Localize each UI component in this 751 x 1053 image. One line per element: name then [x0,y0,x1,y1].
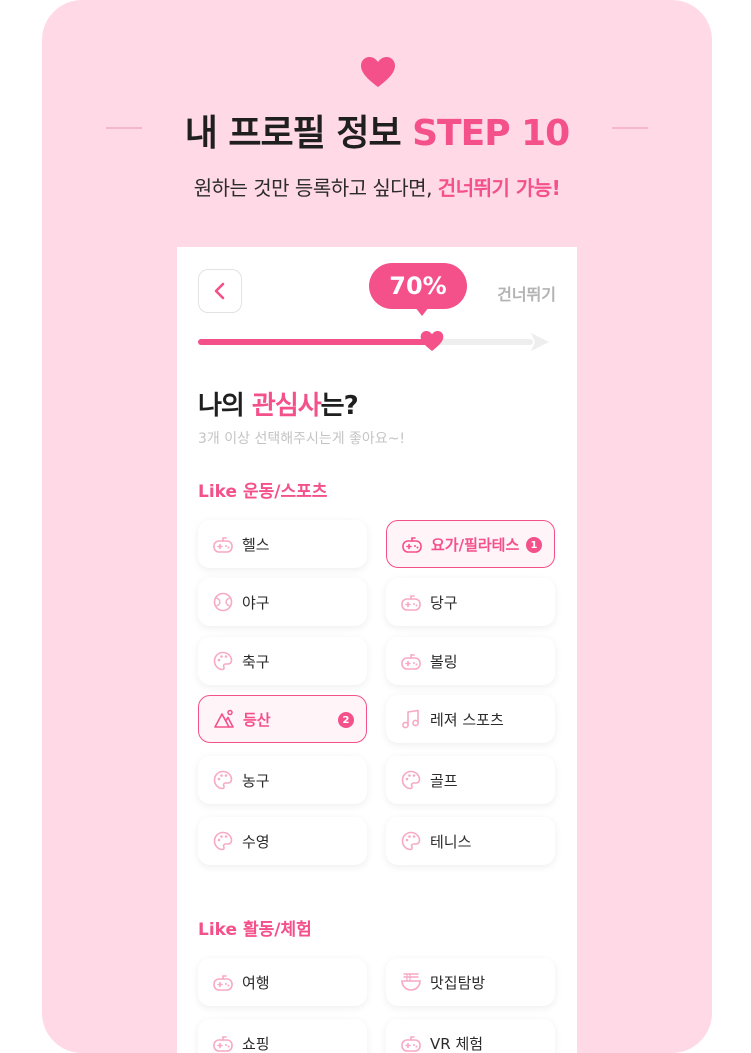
chip-label: 볼링 [430,652,458,671]
chip-label: 당구 [430,593,458,612]
back-button[interactable] [198,269,242,313]
progress-track [198,339,533,345]
chip-label: VR 체험 [430,1034,484,1053]
title-divider-right [612,127,648,129]
palette-icon [400,769,422,791]
chip-label: 골프 [430,771,458,790]
chip-label: 야구 [242,593,270,612]
progress-bubble-tail [415,307,429,316]
interest-chip[interactable]: 골프 [386,756,555,804]
interest-chip[interactable]: 테니스 [386,817,555,865]
arrow-right-icon [531,333,549,351]
subtitle: 원하는 것만 등록하고 싶다면, 건너뛰기 가능! [42,172,712,201]
noodle-bowl-icon [400,971,422,993]
palette-icon [212,650,234,672]
progress-bubble: 70% [369,263,467,309]
chip-label: 레져 스포츠 [430,710,504,729]
interest-chip[interactable]: VR 체험 [386,1019,555,1053]
chip-label: 쇼핑 [242,1034,270,1053]
chip-label: 농구 [242,771,270,790]
selection-order-badge: 2 [338,712,354,728]
interest-chip[interactable]: 레져 스포츠 [386,695,555,743]
chip-label: 축구 [242,652,270,671]
palette-icon [212,830,234,852]
section-title: Like 운동/스포츠 [198,482,328,502]
game-controller-icon [401,533,423,555]
interest-chip[interactable]: 헬스 [198,520,367,568]
question-hint: 3개 이상 선택해주시는게 좋아요~! [198,431,406,447]
interest-chip[interactable]: 쇼핑 [198,1019,367,1053]
interest-chip[interactable]: 여행 [198,958,367,1006]
chip-label: 수영 [242,832,270,851]
progress-fill [198,339,432,345]
interest-chip[interactable]: 등산 2 [198,695,367,743]
chip-label: 등산 [243,710,271,729]
chevron-left-icon [214,282,225,300]
progress-heart-icon [420,331,444,351]
promo-card: 내 프로필 정보 STEP 10 원하는 것만 등록하고 싶다면, 건너뛰기 가… [42,0,712,1053]
title-main: 내 프로필 정보 [184,113,402,154]
interest-chip[interactable]: 볼링 [386,637,555,685]
chip-label: 테니스 [430,832,472,851]
ball-icon [212,591,234,613]
question-title: 나의 관심사는? [198,385,359,422]
interest-chip[interactable]: 요가/필라테스 1 [386,520,555,568]
section-title: Like 활동/체험 [198,920,312,940]
mountain-icon [213,708,235,730]
subtitle-main: 원하는 것만 등록하고 싶다면, [193,176,433,200]
game-controller-icon [400,1032,422,1053]
chip-label: 맛집탐방 [430,973,486,992]
title-step: STEP 10 [412,113,570,154]
interest-chip[interactable]: 수영 [198,817,367,865]
interest-chip[interactable]: 야구 [198,578,367,626]
question-accent: 관심사 [251,391,322,421]
palette-icon [400,830,422,852]
chip-label: 요가/필라테스 [431,535,520,554]
game-controller-icon [212,971,234,993]
game-controller-icon [400,591,422,613]
interest-chip[interactable]: 당구 [386,578,555,626]
subtitle-accent: 건너뛰기 가능! [437,176,561,200]
title-row: 내 프로필 정보 STEP 10 [42,104,712,154]
chip-label: 헬스 [242,535,270,554]
game-controller-icon [400,650,422,672]
selection-order-badge: 1 [526,537,542,553]
phone-screen: 70% 건너뛰기 나의 관심사는? 3개 이상 선택해주시는게 좋아요~! Li… [177,247,577,1053]
question-suffix: 는? [320,391,359,421]
game-controller-icon [212,1032,234,1053]
interest-chip[interactable]: 농구 [198,756,367,804]
skip-button[interactable]: 건너뛰기 [497,281,556,305]
interest-chip[interactable]: 축구 [198,637,367,685]
music-note-icon [400,708,422,730]
question-prefix: 나의 [198,391,252,421]
interest-chip[interactable]: 맛집탐방 [386,958,555,1006]
chip-label: 여행 [242,973,270,992]
heart-icon [361,57,395,87]
game-controller-icon [212,533,234,555]
palette-icon [212,769,234,791]
page-title: 내 프로필 정보 STEP 10 [42,104,712,156]
